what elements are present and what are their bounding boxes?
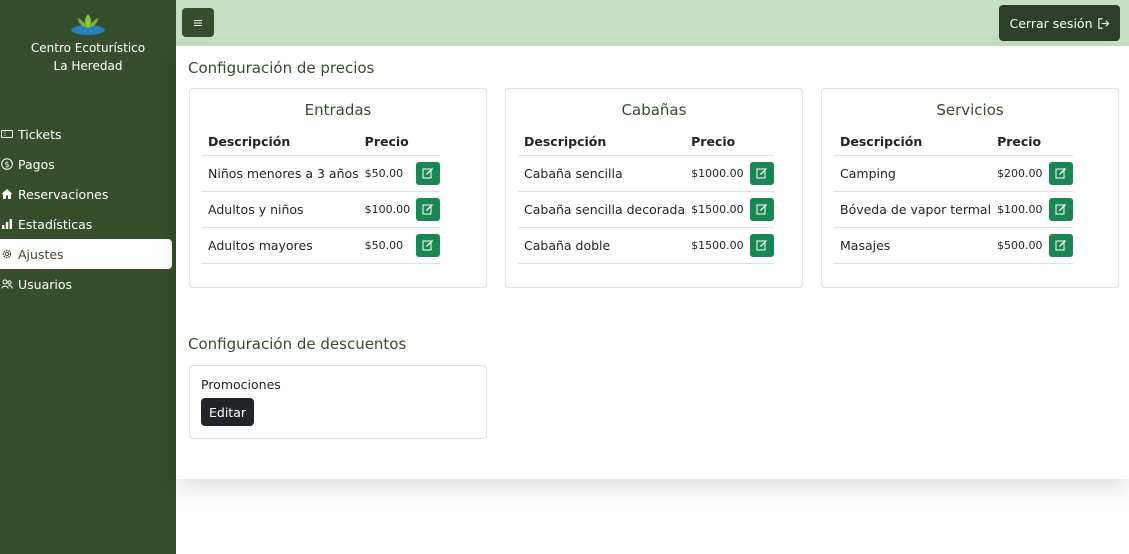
brand-name-line2: La Heredad — [53, 59, 123, 73]
edit-icon — [1055, 204, 1066, 215]
col-header-precio: Precio — [358, 128, 411, 156]
row-price: $500.00 — [991, 227, 1043, 264]
promotions-label: Promociones — [201, 377, 281, 392]
row-description: Niños menores a 3 años — [202, 155, 359, 192]
row-price: $1000.00 — [685, 155, 744, 192]
menu-toggle-button[interactable] — [182, 8, 214, 37]
row-price: $200.00 — [991, 155, 1043, 192]
cabanas-card: Cabañas Descripción Precio Cabaña sencil… — [505, 88, 803, 288]
bar-chart-icon — [0, 217, 14, 231]
edit-promotions-button[interactable]: Editar — [201, 398, 254, 426]
entradas-table: Descripción Precio Niños menores a 3 año… — [202, 128, 441, 264]
col-header-descripcion: Descripción — [834, 128, 992, 156]
main-content: Configuración de precios Entradas Descri… — [176, 46, 1129, 479]
sidebar-item-label: Tickets — [18, 126, 62, 142]
row-description: Cabaña sencilla — [518, 155, 686, 192]
sidebar-item-ajustes[interactable]: Ajustes — [0, 239, 172, 269]
entradas-card: Entradas Descripción Precio Niños menore… — [189, 88, 487, 288]
row-description: Adultos mayores — [202, 227, 359, 264]
table-row: Adultos y niños $100.00 — [202, 191, 441, 228]
edit-price-button[interactable] — [416, 161, 441, 185]
row-description: Masajes — [834, 227, 992, 264]
sidebar-item-label: Estadísticas — [18, 216, 93, 232]
people-icon — [0, 277, 14, 291]
edit-price-button[interactable] — [749, 161, 774, 185]
edit-icon — [1055, 240, 1066, 251]
house-icon — [0, 187, 14, 201]
logout-button[interactable]: Cerrar sesión — [999, 5, 1120, 41]
sidebar-item-label: Ajustes — [18, 246, 64, 262]
table-row: Cabaña doble $1500.00 — [518, 227, 774, 264]
sidebar-item-reservaciones[interactable]: Reservaciones — [0, 179, 176, 209]
sidebar-item-usuarios[interactable]: Usuarios — [0, 269, 176, 299]
edit-icon — [422, 204, 434, 215]
edit-icon — [422, 240, 434, 251]
table-row: Niños menores a 3 años $50.00 — [202, 155, 441, 192]
row-description: Cabaña sencilla decorada — [518, 191, 686, 228]
servicios-title: Servicios — [936, 101, 1004, 119]
col-header-descripcion: Descripción — [518, 128, 686, 156]
row-description: Adultos y niños — [202, 191, 359, 228]
col-header-precio: Precio — [991, 128, 1043, 156]
promotions-card: Promociones Editar — [189, 365, 487, 439]
table-row: Adultos mayores $50.00 — [202, 227, 441, 264]
row-price: $100.00 — [991, 191, 1043, 228]
edit-price-button[interactable] — [416, 233, 441, 257]
row-price: $50.00 — [358, 227, 411, 264]
row-description: Cabaña doble — [518, 227, 686, 264]
sidebar-item-pagos[interactable]: $ Pagos — [0, 149, 176, 179]
edit-icon — [756, 240, 767, 251]
edit-price-button[interactable] — [749, 233, 774, 257]
edit-icon — [1055, 168, 1066, 179]
edit-price-button[interactable] — [1048, 197, 1073, 221]
row-price: $100.00 — [358, 191, 411, 228]
sidebar-item-estadisticas[interactable]: Estadísticas — [0, 209, 176, 239]
brand-name-line1: Centro Ecoturístico — [30, 41, 146, 55]
edit-price-button[interactable] — [749, 197, 774, 221]
edit-price-button[interactable] — [1048, 233, 1073, 257]
col-header-precio: Precio — [685, 128, 744, 156]
logout-icon — [1097, 17, 1109, 29]
sidebar-item-label: Reservaciones — [18, 186, 109, 202]
cabanas-table: Descripción Precio Cabaña sencilla $1000… — [518, 128, 774, 264]
dollar-circle-icon: $ — [0, 157, 14, 171]
discounts-section-title: Configuración de descuentos — [188, 335, 407, 353]
col-header-descripcion: Descripción — [202, 128, 359, 156]
sidebar-item-tickets[interactable]: Tickets — [0, 119, 176, 149]
row-price: $1500.00 — [685, 227, 744, 264]
row-description: Camping — [834, 155, 992, 192]
ticket-icon — [0, 127, 14, 141]
servicios-table: Descripción Precio Camping $200.00 Bóved… — [834, 128, 1073, 264]
servicios-card: Servicios Descripción Precio Camping $20… — [821, 88, 1119, 288]
sidebar: Centro Ecoturístico La Heredad Tickets $… — [0, 0, 176, 554]
row-description: Bóveda de vapor termal — [834, 191, 992, 228]
table-row: Masajes $500.00 — [834, 227, 1073, 264]
svg-text:$: $ — [5, 160, 10, 169]
lotus-icon — [71, 14, 105, 35]
edit-icon — [422, 168, 434, 179]
row-price: $50.00 — [358, 155, 411, 192]
row-price: $1500.00 — [685, 191, 744, 228]
edit-price-button[interactable] — [416, 197, 441, 221]
gear-icon — [0, 247, 14, 261]
cabanas-title: Cabañas — [621, 101, 687, 119]
entradas-title: Entradas — [304, 101, 372, 119]
sidebar-nav: Tickets $ Pagos Reservaciones Estadístic… — [0, 119, 176, 299]
edit-icon — [756, 168, 767, 179]
sidebar-item-label: Pagos — [18, 156, 55, 172]
table-row: Cabaña sencilla $1000.00 — [518, 155, 774, 192]
edit-icon — [756, 204, 767, 215]
topbar: Cerrar sesión — [176, 0, 1129, 46]
brand: Centro Ecoturístico La Heredad — [0, 10, 176, 75]
table-row: Bóveda de vapor termal $100.00 — [834, 191, 1073, 228]
logout-label: Cerrar sesión — [1009, 15, 1093, 31]
sidebar-item-label: Usuarios — [18, 276, 73, 292]
table-row: Cabaña sencilla decorada $1500.00 — [518, 191, 774, 228]
hamburger-icon — [194, 19, 202, 26]
edit-price-button[interactable] — [1048, 161, 1073, 185]
prices-section-title: Configuración de precios — [188, 59, 375, 77]
table-row: Camping $200.00 — [834, 155, 1073, 192]
